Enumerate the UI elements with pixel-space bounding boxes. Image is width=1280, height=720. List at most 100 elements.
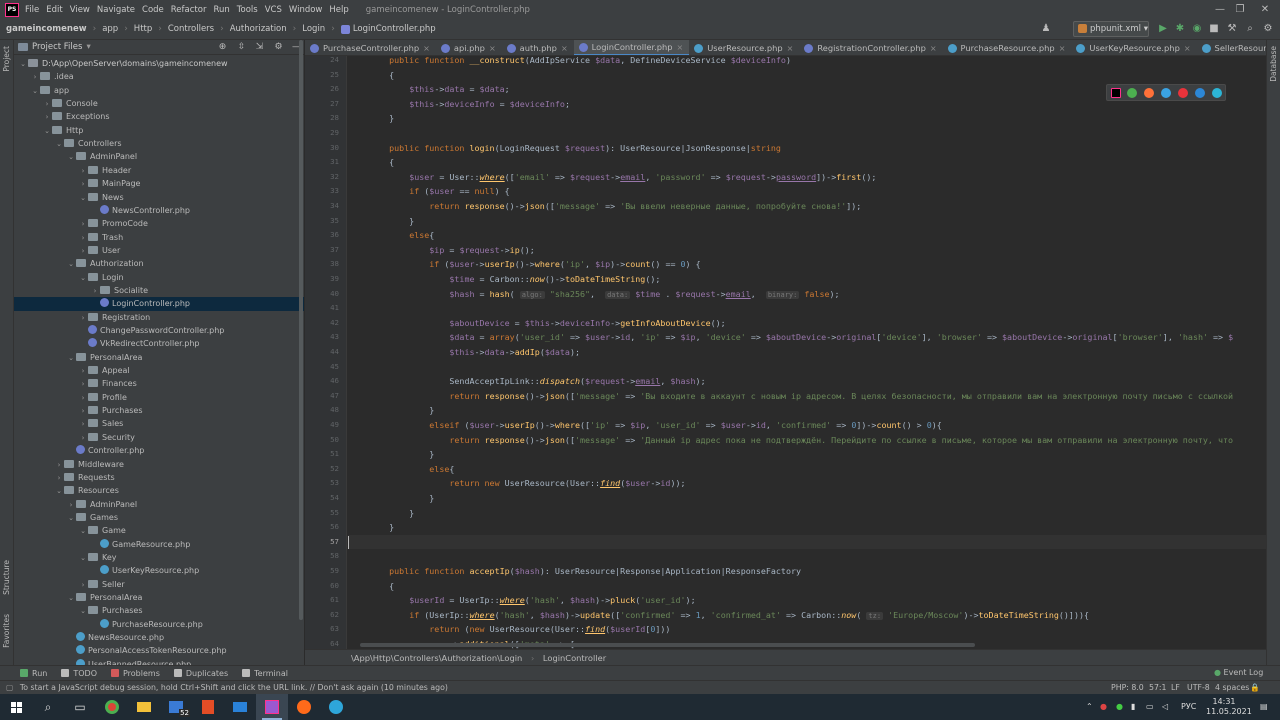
editor-tab[interactable]: LoginController.php ×	[573, 40, 690, 55]
tree-file[interactable]: UserKeyResource.php	[14, 564, 304, 577]
editor-tab[interactable]: PurchaseController.php ×	[305, 40, 436, 55]
tree-folder[interactable]: › Security	[14, 431, 304, 445]
chevron-down-icon[interactable]: ▾	[86, 42, 90, 52]
tree-folder[interactable]: ⌄ Resources	[14, 484, 304, 498]
chevron-down-icon[interactable]: ⌄	[78, 272, 88, 285]
editor-tab[interactable]: UserKeyResource.php ×	[1071, 40, 1196, 55]
editor-horizontal-scrollbar[interactable]	[360, 643, 975, 647]
chevron-right-icon[interactable]: ›	[30, 71, 40, 84]
code-line[interactable]: $time = Carbon::now()->toDateTimeString(…	[369, 272, 660, 287]
line-number[interactable]: 24	[305, 56, 339, 68]
tree-file[interactable]: Controller.php	[14, 444, 304, 457]
chevron-down-icon[interactable]: ⌄	[78, 525, 88, 538]
safari-icon[interactable]	[1161, 88, 1171, 98]
chevron-right-icon[interactable]: ›	[78, 165, 88, 178]
code-line[interactable]: if (UserIp::where('hash', $hash)->update…	[369, 608, 1089, 623]
close-tab-icon[interactable]: ×	[677, 43, 684, 52]
line-number[interactable]: 46	[305, 374, 339, 389]
settings-icon[interactable]: ⚙	[1262, 22, 1274, 36]
debug-icon[interactable]: ✱	[1174, 22, 1186, 36]
tree-file[interactable]: LoginController.php	[14, 297, 304, 311]
line-separator[interactable]: LF	[1171, 681, 1180, 694]
line-number[interactable]: 36	[305, 228, 339, 243]
tree-folder[interactable]: ⌄ News	[14, 191, 304, 204]
code-line[interactable]: }	[369, 111, 394, 126]
project-scrollbar[interactable]	[299, 40, 303, 620]
chevron-down-icon[interactable]: ⌄	[54, 485, 64, 498]
code-line[interactable]: $hash = hash( algo: "sha256", data: $tim…	[369, 287, 840, 302]
code-line[interactable]: return response()->json(['message' => 'Д…	[369, 433, 1233, 448]
menu-item-file[interactable]: File	[25, 5, 39, 15]
tree-folder[interactable]: ⌄ PersonalArea	[14, 591, 304, 604]
tree-folder[interactable]: › Profile	[14, 391, 304, 404]
app-badge-icon[interactable]: 52	[160, 694, 192, 720]
close-tab-icon[interactable]: ×	[561, 44, 568, 53]
chevron-down-icon[interactable]: ⌄	[78, 552, 88, 565]
line-number[interactable]: 49	[305, 418, 339, 433]
menu-item-view[interactable]: View	[70, 5, 90, 15]
menu-item-run[interactable]: Run	[213, 5, 229, 15]
breadcrumb-item[interactable]: Controllers	[168, 24, 214, 34]
opera-icon[interactable]	[1178, 88, 1188, 98]
menu-item-refactor[interactable]: Refactor	[171, 5, 207, 15]
phpstorm-taskbar-icon[interactable]	[256, 694, 288, 720]
breadcrumb-item[interactable]: gameincomenew	[6, 24, 87, 34]
line-number[interactable]: 57	[305, 535, 339, 550]
chevron-down-icon[interactable]: ⌄	[66, 151, 76, 164]
code-line[interactable]: public function __construct(AddIpService…	[369, 56, 791, 68]
tree-folder[interactable]: › Finances	[14, 377, 304, 390]
browser-taskbar-icon[interactable]	[288, 694, 320, 720]
tree-folder[interactable]: › MainPage	[14, 177, 304, 190]
notifications-icon[interactable]: ▤	[1260, 694, 1268, 720]
volume-icon[interactable]: ◁	[1162, 694, 1168, 720]
menu-item-navigate[interactable]: Navigate	[97, 5, 135, 15]
chevron-right-icon[interactable]: ›	[78, 418, 88, 431]
tree-file[interactable]: UserBannedResource.php	[14, 658, 304, 665]
tool-window-problems[interactable]: Problems	[110, 669, 160, 678]
code-line[interactable]: $data = array('user_id' => $user->id, 'i…	[369, 330, 1233, 345]
line-number[interactable]: 31	[305, 155, 339, 170]
chevron-down-icon[interactable]: ⌄	[66, 258, 76, 271]
line-number[interactable]: 59	[305, 564, 339, 579]
breadcrumb-item[interactable]: Authorization	[230, 24, 287, 34]
tree-folder[interactable]: › Console	[14, 97, 304, 110]
code-line[interactable]: {	[369, 579, 394, 594]
code-line[interactable]: $user = User::where(['email' => $request…	[369, 170, 876, 185]
tree-folder[interactable]: ⌄ app	[14, 84, 304, 97]
tree-folder[interactable]: ⌄ Http	[14, 124, 304, 137]
editor-tab[interactable]: api.php ×	[436, 40, 502, 55]
line-number[interactable]: 62	[305, 608, 339, 623]
tree-folder[interactable]: › Trash	[14, 231, 304, 244]
tree-file[interactable]: NewsController.php	[14, 204, 304, 217]
chevron-right-icon[interactable]: ›	[78, 365, 88, 378]
code-line[interactable]: }	[369, 491, 434, 506]
tool-window-terminal[interactable]: Terminal	[242, 669, 288, 678]
line-number[interactable]: 28	[305, 111, 339, 126]
firefox-icon[interactable]	[1144, 88, 1154, 98]
tree-folder[interactable]: › PromoCode	[14, 217, 304, 230]
menu-item-edit[interactable]: Edit	[46, 5, 62, 15]
line-number[interactable]: 64	[305, 637, 339, 649]
code-line[interactable]: }	[369, 214, 414, 229]
expand-all-icon[interactable]: ⇳	[236, 42, 247, 53]
code-line[interactable]: public function acceptIp($hash): UserRes…	[369, 564, 801, 579]
search-icon[interactable]: ⌕	[1244, 22, 1256, 36]
tree-folder[interactable]: ⌄ D:\App\OpenServer\domains\gameincomenew	[14, 57, 304, 70]
code-line[interactable]: $this->deviceInfo = $deviceInfo;	[369, 97, 570, 112]
line-number[interactable]: 35	[305, 214, 339, 229]
class-crumb[interactable]: LoginController	[543, 653, 606, 663]
event-log-button[interactable]: ● Event Log	[1214, 668, 1263, 677]
tree-file[interactable]: ChangePasswordController.php	[14, 324, 304, 337]
lock-icon[interactable]: 🔒	[1250, 681, 1260, 694]
editor-tab[interactable]: SellerResource.php×	[1197, 40, 1266, 55]
chevron-right-icon[interactable]: ›	[78, 432, 88, 445]
build-icon[interactable]: ⚒	[1226, 22, 1238, 36]
close-tab-icon[interactable]: ×	[423, 44, 430, 53]
telegram-icon[interactable]	[320, 694, 352, 720]
cursor-position[interactable]: 57:1	[1149, 681, 1167, 694]
collapse-all-icon[interactable]: ⇲	[254, 42, 265, 53]
line-number[interactable]: 54	[305, 491, 339, 506]
network-icon[interactable]: ▭	[1146, 694, 1154, 720]
line-number[interactable]: 45	[305, 360, 339, 375]
tree-file[interactable]: VkRedirectController.php	[14, 337, 304, 350]
